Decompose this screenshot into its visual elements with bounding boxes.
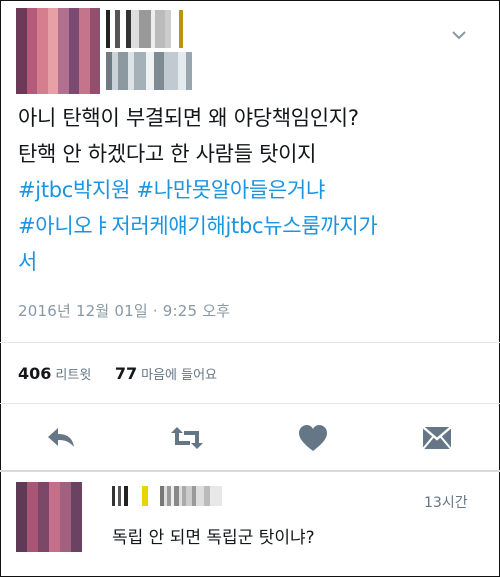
tweet-text: 아니 탄핵이 부결되면 왜 야당책임인지? 탄핵 안 하겠다고 한 사람들 탓이… [18, 100, 488, 280]
author-name[interactable] [106, 10, 183, 48]
tweet-line: 아니 탄핵이 부결되면 왜 야당책임인지? [18, 106, 359, 130]
message-icon [422, 426, 452, 450]
hashtag-link[interactable]: #jtbc박지원 [18, 178, 130, 202]
retweet-count-number: 406 [18, 364, 52, 383]
retweet-count[interactable]: 406 리트윗 [18, 364, 92, 383]
author-avatar[interactable] [16, 8, 100, 94]
direct-message-button[interactable] [420, 421, 454, 455]
like-button[interactable] [296, 421, 330, 455]
retweet-count-label: 리트윗 [55, 368, 92, 383]
reply-avatar[interactable] [16, 482, 82, 552]
tweet-timestamp[interactable]: 2016년 12월 01일 · 9:25 오후 [18, 300, 230, 321]
hashtag-link[interactable]: #아니오ㅑ저러케얘기해jtbc뉴스룸까지가 [18, 214, 378, 238]
retweet-button[interactable] [170, 421, 204, 455]
reply-text: 독립 안 되면 독립군 탓이냐? [112, 528, 315, 548]
chevron-down-icon[interactable] [450, 26, 468, 44]
author-handle[interactable] [106, 52, 192, 90]
like-count-number: 77 [114, 364, 138, 383]
like-count-label: 마음에 들어요 [141, 368, 218, 383]
reply-timestamp[interactable]: 13시간 [424, 492, 468, 512]
like-count[interactable]: 77 마음에 들어요 [114, 364, 218, 383]
hashtag-link[interactable]: #나만못알아들은거냐 [137, 178, 326, 202]
hashtag-link-continued[interactable]: 서 [18, 250, 37, 274]
divider [0, 403, 500, 404]
tweet-stats: 406 리트윗 77 마음에 들어요 [18, 364, 217, 383]
divider [0, 342, 500, 343]
reply-author-name[interactable] [112, 486, 222, 506]
heart-icon [299, 425, 327, 451]
reply-icon [48, 428, 74, 447]
tweet-line: 탄핵 안 하겠다고 한 사람들 탓이지 [18, 142, 317, 166]
divider [0, 470, 500, 472]
retweet-icon [171, 427, 203, 449]
reply-button[interactable] [44, 421, 78, 455]
